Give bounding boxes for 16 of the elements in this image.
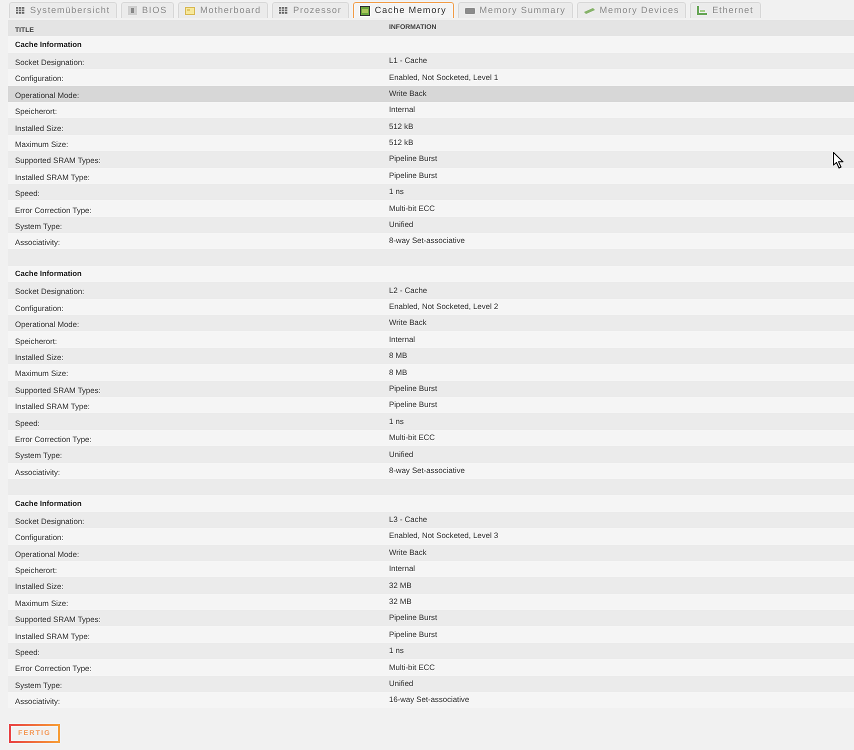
bar-chart-icon	[697, 6, 708, 15]
chip-icon	[128, 6, 138, 15]
tab[interactable]: Ethernet	[690, 2, 760, 18]
tab[interactable]: Memory Summary	[458, 2, 573, 18]
tab[interactable]: Motherboard	[178, 2, 268, 18]
tab[interactable]: Systemübersicht	[9, 2, 118, 18]
tab[interactable]: BIOS	[121, 2, 174, 18]
tab[interactable]: Memory Devices	[576, 2, 686, 18]
memory-chip-icon	[360, 6, 370, 16]
circuit-board-icon	[185, 6, 196, 14]
tab[interactable]: Cache Memory	[352, 2, 454, 18]
grid-icon	[279, 7, 288, 14]
grid-icon	[16, 7, 25, 14]
memory-stick-icon	[584, 8, 595, 14]
tab[interactable]: Prozessor	[272, 2, 349, 18]
memory-module-icon	[464, 8, 475, 14]
